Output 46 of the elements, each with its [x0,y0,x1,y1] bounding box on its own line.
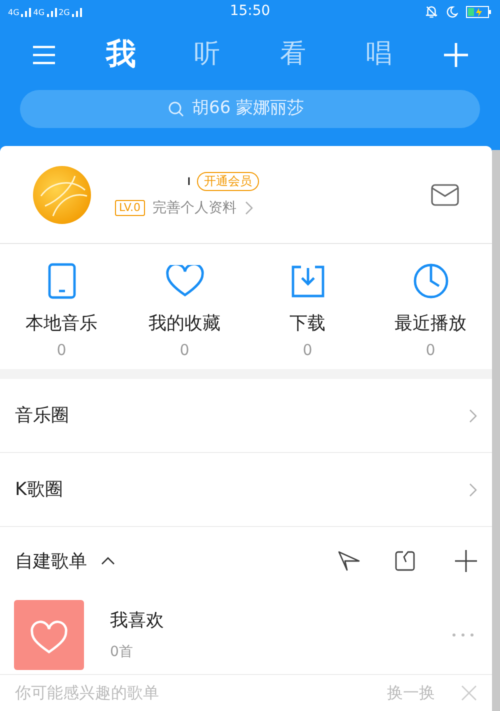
shortcut-count: 0 [426,340,436,361]
shortcut-label[interactable]: 我的收藏 [148,310,220,337]
phone-icon [48,263,76,299]
search-field[interactable]: 胡66 蒙娜丽莎 [192,96,332,122]
bell-off-icon [425,5,438,18]
download-icon [290,264,324,298]
plus-icon[interactable] [455,550,477,572]
shortcut-label[interactable]: 最近播放 [394,310,466,337]
recommend-title: 你可能感兴趣的歌单 [15,682,159,704]
import-icon[interactable] [395,551,415,571]
plus-icon [444,42,468,67]
complete-profile-link[interactable]: 完善个人资料 [152,198,237,218]
clock-time: 15:50 [230,2,270,22]
signal-icon [21,6,32,17]
playlist-count: 0首 [110,642,134,662]
signal-icon [72,6,82,17]
heart-icon [166,265,204,297]
level-badge: LV.0 [115,200,145,216]
playlist-name[interactable]: 我喜欢 [110,606,452,634]
chevron-right-icon [469,408,477,422]
shortcut-count: 0 [302,340,312,361]
avatar[interactable] [33,166,91,224]
more-icon[interactable] [452,632,474,636]
shortcut-label[interactable]: 本地音乐 [26,310,98,337]
network-label: 4G [8,8,20,17]
shortcut-label[interactable]: 下载 [290,310,326,337]
username: ı [187,172,191,190]
shortcut-count: 0 [180,340,190,361]
menu-icon [32,44,56,65]
moon-icon [446,6,458,18]
mail-icon[interactable] [431,184,459,206]
network-label: 2G [58,8,70,17]
signal-icon [46,6,57,17]
add-button[interactable] [442,40,470,69]
clock-icon [412,263,448,299]
chevron-right-icon [244,201,253,215]
shortcut-count: 0 [56,340,66,361]
chevron-up-icon[interactable] [101,557,115,565]
section-title: 自建歌单 [15,550,87,574]
battery-icon [466,6,492,18]
scrollbar[interactable] [492,150,500,711]
chevron-right-icon [469,482,477,496]
playlist-cover[interactable] [14,600,84,670]
search-icon [168,101,184,117]
paper-plane-icon[interactable] [338,551,360,571]
network-label: 4G [33,8,45,17]
